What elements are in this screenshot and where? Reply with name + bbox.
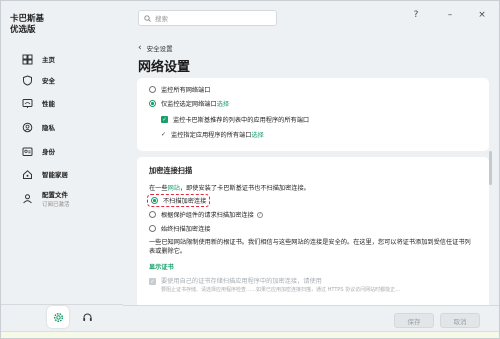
- radio-button-selected: [151, 197, 158, 204]
- radio-label: 不扫描加密连接: [163, 198, 207, 205]
- radio-monitor-all-ports[interactable]: 监控所有网络端口: [149, 85, 211, 94]
- highlighted-option: 不扫描加密连接: [146, 194, 211, 207]
- save-button[interactable]: 保存: [394, 313, 434, 328]
- checkbox-kaspersky-list[interactable]: ✓ 监控卡巴斯基推荐的列表中的应用程序的所有端口: [161, 115, 309, 124]
- save-label: 保存: [407, 317, 421, 326]
- help-icon: ?: [413, 10, 419, 20]
- top-bar: 搜索 ? – ×: [123, 1, 499, 37]
- help-button[interactable]: ?: [409, 10, 423, 20]
- breadcrumb-label: 安全设置: [146, 45, 173, 53]
- profile-icon: [21, 192, 33, 204]
- home-icon: [21, 53, 33, 65]
- search-icon: [144, 14, 151, 22]
- radio-monitor-selected-ports[interactable]: 仅监控选定网络端口 选择: [149, 99, 229, 108]
- main-content: ‹ 安全设置 网络设置 监控所有网络端口 仅监控选定网络端口 选择 ✓ 监控卡巴…: [123, 37, 499, 305]
- encrypted-scan-card: 加密连接扫描 在一些 网站 ，即使安装了卡巴斯基证书也不扫描加密连接。 不扫描加…: [137, 157, 489, 305]
- radio-always-scan[interactable]: 始终扫描加密连接: [149, 224, 211, 233]
- chevron-left-icon: ‹: [138, 43, 142, 53]
- app-window: 卡巴斯基 优选版 主页 安全 性能 隐私 身份 智能家居 配置文件 订阅已激活 …: [0, 0, 500, 339]
- cancel-label: 取消: [453, 317, 467, 326]
- cancel-button[interactable]: 取消: [440, 313, 480, 328]
- minimize-button[interactable]: –: [443, 10, 457, 20]
- bottom-strip: [1, 331, 499, 338]
- checkbox-label: 监控卡巴斯基推荐的列表中的应用程序的所有端口: [173, 117, 310, 124]
- sidebar-item-performance[interactable]: 性能: [7, 94, 117, 112]
- encrypted-desc: 在一些 网站 ，即使安装了卡巴斯基证书也不扫描加密连接。: [149, 183, 310, 192]
- brand-title: 卡巴斯基 优选版: [10, 14, 44, 36]
- radio-label: 监控所有网络端口: [161, 87, 211, 94]
- identity-icon: [21, 145, 33, 157]
- checkbox-checked: ✓: [161, 116, 168, 123]
- radio-button-selected: [149, 100, 156, 107]
- headset-icon: [82, 308, 93, 327]
- settings-button[interactable]: [47, 306, 69, 328]
- radio-button: [149, 225, 156, 232]
- breadcrumb-back[interactable]: ‹ 安全设置: [138, 43, 173, 53]
- radio-no-scan[interactable]: 不扫描加密连接: [146, 194, 211, 207]
- sidebar-item-label: 主页: [42, 56, 55, 64]
- profile-text: 配置文件 订阅已激活: [42, 189, 70, 208]
- smart-home-icon: [21, 168, 33, 180]
- shield-icon: [21, 74, 33, 86]
- checkbox-specified-apps[interactable]: ✓ 监控指定应用程序的所有端口 选择: [161, 130, 264, 139]
- brand-line-1: 卡巴斯基: [10, 14, 45, 24]
- show-certificate-link[interactable]: 显示证书: [149, 262, 174, 271]
- radio-label: 仅监控选定网络端口: [161, 101, 217, 108]
- search-placeholder: 搜索: [155, 15, 168, 23]
- sidebar-item-home[interactable]: 主页: [7, 50, 117, 68]
- checkbox-sublabel: 要阻止证书存储、请选择应用程序检查……如果已应用加密连接扫描，通过 HTTPS …: [161, 287, 400, 293]
- checkbox-disabled: ✓: [149, 278, 156, 285]
- select-apps-link[interactable]: 选择: [251, 130, 263, 139]
- checkbox-own-cert-store: ✓ 要使用自己的证书存储扫描应用程序中的加密连接，请使用 要阻止证书存储、请选择…: [149, 278, 400, 294]
- radio-button: [149, 211, 156, 218]
- sidebar-item-privacy[interactable]: 隐私: [7, 118, 117, 136]
- sidebar-item-label: 安全: [42, 77, 55, 85]
- checkbox-text: 要使用自己的证书存储扫描应用程序中的加密连接，请使用 要阻止证书存储、请选择应用…: [161, 278, 400, 294]
- desc-text: ，即使安装了卡巴斯基证书也不扫描加密连接。: [179, 185, 310, 192]
- select-ports-link[interactable]: 选择: [217, 99, 229, 108]
- radio-label: 根据保护组件的请求扫描加密连接: [161, 212, 254, 219]
- sidebar-item-label: 身份: [42, 148, 55, 156]
- sidebar-item-label: 智能家居: [42, 171, 68, 179]
- checkbox-label: 监控指定应用程序的所有端口: [171, 132, 252, 139]
- sidebar-item-label: 隐私: [42, 124, 55, 132]
- radio-scan-on-request[interactable]: 根据保护组件的请求扫描加密连接 ?: [149, 210, 263, 219]
- brand-line-2: 优选版: [10, 25, 36, 35]
- sidebar-item-smart-home[interactable]: 智能家居: [7, 165, 117, 183]
- sidebar-item-profile[interactable]: 配置文件 订阅已激活: [7, 187, 117, 209]
- ports-card: 监控所有网络端口 仅监控选定网络端口 选择 ✓ 监控卡巴斯基推荐的列表中的应用程…: [137, 78, 489, 151]
- support-button[interactable]: [77, 307, 97, 327]
- close-button[interactable]: ×: [475, 10, 489, 20]
- sidebar-item-identity[interactable]: 身份: [7, 142, 117, 160]
- minimize-icon: –: [447, 10, 453, 20]
- sidebar-item-label: 性能: [42, 100, 55, 108]
- subscription-status: 订阅已激活: [42, 201, 70, 208]
- sidebar: 卡巴斯基 优选版 主页 安全 性能 隐私 身份 智能家居 配置文件 订阅已激活: [1, 1, 123, 338]
- close-icon: ×: [478, 10, 486, 20]
- search-input[interactable]: 搜索: [138, 10, 277, 26]
- gear-icon: [53, 308, 64, 327]
- info-icon[interactable]: ?: [256, 211, 263, 218]
- radio-button: [149, 86, 156, 93]
- desc-text: 在一些: [149, 185, 168, 192]
- page-title: 网络设置: [138, 60, 191, 75]
- section-heading: 加密连接扫描: [149, 166, 193, 175]
- scrollbar[interactable]: [489, 151, 492, 185]
- speedometer-icon: [21, 97, 33, 109]
- checkbox-label: 要使用自己的证书存储扫描应用程序中的加密连接，请使用: [161, 278, 322, 285]
- checkmark-icon: ✓: [161, 131, 167, 138]
- privacy-icon: [21, 121, 33, 133]
- certificate-warning: 一些已知网站限制使用新的根证书。我们相信与这些网站的连接是安全的。在这里，您可以…: [149, 239, 471, 255]
- websites-link[interactable]: 网站: [168, 183, 180, 192]
- radio-label: 始终扫描加密连接: [161, 226, 211, 233]
- sidebar-item-label: 配置文件: [42, 190, 68, 199]
- sidebar-item-security[interactable]: 安全: [7, 71, 117, 89]
